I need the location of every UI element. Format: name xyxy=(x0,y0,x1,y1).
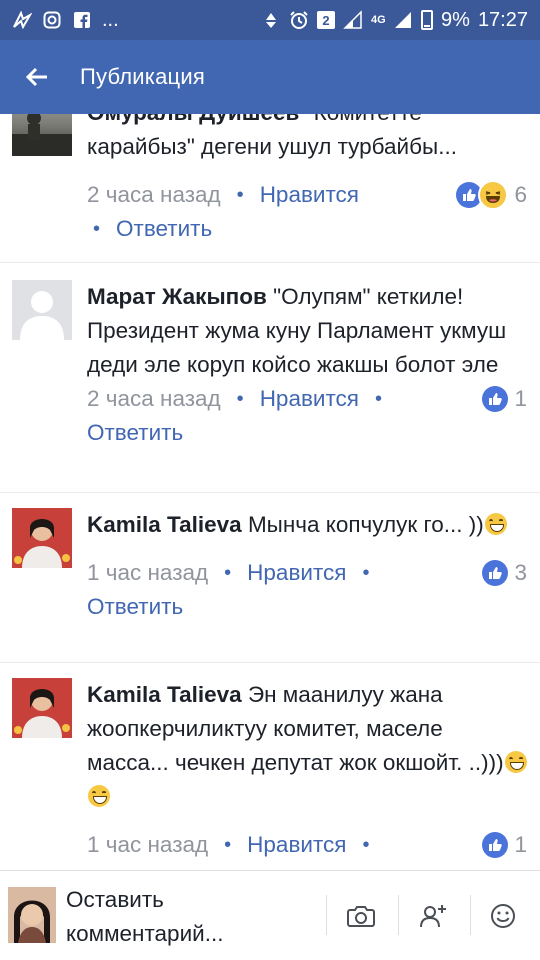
divider xyxy=(0,492,540,493)
comment-author[interactable]: Kamila Talieva xyxy=(87,512,242,537)
divider xyxy=(0,262,540,263)
like-icon xyxy=(482,832,509,858)
divider xyxy=(470,895,471,935)
like-link[interactable]: Нравится xyxy=(247,828,346,862)
comment-actions: Ответить xyxy=(87,862,527,870)
avatar[interactable] xyxy=(12,114,72,156)
like-link[interactable]: Нравится xyxy=(260,382,359,416)
separator-dot: • xyxy=(374,388,382,410)
grinning-emoji-icon xyxy=(484,513,507,535)
battery-icon xyxy=(421,10,434,30)
facebook-notification-icon xyxy=(72,10,92,30)
comment-author[interactable]: Марат Жакыпов xyxy=(87,284,267,309)
reply-link[interactable]: Ответить xyxy=(116,212,212,246)
avatar[interactable] xyxy=(12,678,72,738)
camera-icon xyxy=(347,906,375,927)
comment: Омуралы Дуйшеев "Комитетте карайбыз" дег… xyxy=(0,114,540,246)
comment-input[interactable]: Оставить комментарий... xyxy=(66,883,316,951)
smiley-icon xyxy=(491,904,515,928)
avatar[interactable] xyxy=(12,280,72,340)
like-link[interactable]: Нравится xyxy=(260,178,359,212)
app-bar: Публикация xyxy=(0,40,540,114)
comment-time[interactable]: 1 час назад xyxy=(87,556,208,590)
reply-link[interactable]: Ответить xyxy=(87,862,183,870)
reaction-count: 1 xyxy=(514,386,527,411)
instagram-notification-icon xyxy=(42,10,62,30)
reply-link[interactable]: Ответить xyxy=(87,590,183,624)
more-notifications: ... xyxy=(102,8,119,31)
reactions[interactable]: 1 xyxy=(482,382,527,416)
comments-feed[interactable]: Омуралы Дуйшеев "Комитетте карайбыз" дег… xyxy=(0,114,540,870)
tag-person-button[interactable] xyxy=(416,899,450,933)
comment-time[interactable]: 2 часа назад xyxy=(87,382,221,416)
status-left: ... xyxy=(12,9,119,32)
add-person-icon xyxy=(420,905,446,928)
comment-meta: 1 час назад • Нравится • 1 xyxy=(87,828,527,862)
separator-dot: • xyxy=(224,834,232,856)
battery-level: 9% xyxy=(441,8,470,31)
clock: 17:27 xyxy=(477,8,528,31)
grinning-emoji-icon xyxy=(504,751,527,773)
comment-meta: 1 час назад • Нравится • 3 xyxy=(87,556,527,590)
comment-author[interactable]: Омуралы Дуйшеев xyxy=(87,114,299,125)
status-right: 2 4G 9% 17:27 xyxy=(261,9,528,32)
avatar xyxy=(8,887,56,943)
grinning-emoji-icon xyxy=(88,785,110,807)
comment-actions: Ответить xyxy=(87,416,527,450)
status-bar: ... 2 4G 9% 17:27 xyxy=(0,0,540,40)
recycle-icon xyxy=(261,10,281,30)
separator-dot: • xyxy=(362,562,370,584)
separator-dot: • xyxy=(224,562,232,584)
divider xyxy=(0,662,540,663)
separator-dot: • xyxy=(236,388,244,410)
comment: Kamila Talieva Мынча копчулук го... )) 1… xyxy=(0,508,540,658)
page-title: Публикация xyxy=(80,64,205,89)
like-icon xyxy=(482,560,509,586)
comment-time[interactable]: 2 часа назад xyxy=(87,178,221,212)
comment-composer: Оставить комментарий... xyxy=(0,870,540,960)
alarm-icon xyxy=(289,10,309,30)
back-button[interactable] xyxy=(0,40,74,114)
messenger-notification-icon xyxy=(12,10,32,30)
comment-actions: Ответить xyxy=(87,590,527,624)
reaction-count: 6 xyxy=(514,182,527,207)
comment: Kamila Talieva Эн маанилуу жана жоопкерч… xyxy=(0,678,540,870)
reactions[interactable]: 3 xyxy=(482,556,527,590)
reaction-count: 1 xyxy=(514,832,527,857)
comment: Марат Жакыпов "Олупям" кеткиле! Президен… xyxy=(0,280,540,490)
comment-actions: • Ответить xyxy=(87,212,527,246)
like-icon xyxy=(482,386,509,412)
separator-dot: • xyxy=(93,218,101,240)
reply-link[interactable]: Ответить xyxy=(87,416,183,450)
reactions[interactable]: 1 xyxy=(482,828,527,862)
comment-meta: 2 часа назад • Нравится 6 xyxy=(87,178,527,212)
separator-dot: • xyxy=(362,834,370,856)
comment-author[interactable]: Kamila Talieva xyxy=(87,682,242,707)
separator-dot: • xyxy=(236,184,244,206)
haha-icon xyxy=(478,180,509,210)
comment-meta: 2 часа назад • Нравится • 1 xyxy=(87,382,527,416)
reactions[interactable]: 6 xyxy=(456,178,527,212)
reaction-count: 3 xyxy=(514,560,527,585)
network-type: 4G xyxy=(371,14,386,26)
comment-time[interactable]: 1 час назад xyxy=(87,828,208,862)
comment-text: Мынча копчулук го... )) xyxy=(247,512,484,537)
like-link[interactable]: Нравится xyxy=(247,556,346,590)
cell-signal-icon xyxy=(393,10,413,30)
avatar[interactable] xyxy=(12,508,72,568)
signal-icon xyxy=(343,10,363,30)
divider xyxy=(398,895,399,935)
camera-button[interactable] xyxy=(344,899,378,933)
sim-indicator: 2 xyxy=(317,11,336,29)
arrow-left-icon xyxy=(26,67,47,87)
divider xyxy=(326,895,327,935)
emoji-button[interactable] xyxy=(486,899,520,933)
